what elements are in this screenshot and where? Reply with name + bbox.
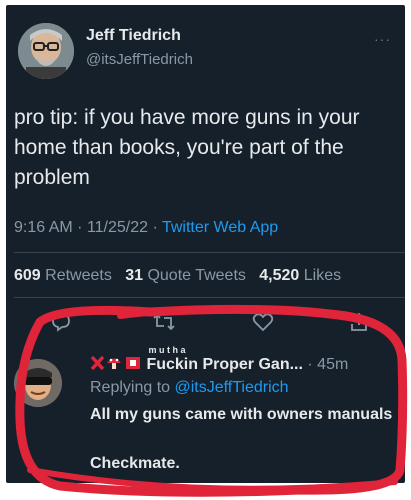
replying-mention[interactable]: @itsJeffTiedrich <box>175 379 289 396</box>
more-icon[interactable]: ··· <box>374 31 391 47</box>
tweet-meta: 9:16 AM · 11/25/22 · Twitter Web App <box>14 219 278 237</box>
meta-separator: · <box>152 219 158 236</box>
reply-time: · 45m <box>307 356 349 373</box>
reply-text-line2: Checkmate. <box>90 455 180 472</box>
tweet-screenshot: Jeff Tiedrich @itsJeffTiedrich ··· pro t… <box>6 5 405 483</box>
divider <box>14 297 405 298</box>
tweet-time: 9:16 AM <box>14 219 73 236</box>
cross-emoji-icon <box>90 355 105 371</box>
reply-header: m u t h a Fuckin Proper Gan... · 45m <box>90 345 349 376</box>
reply-avatar[interactable] <box>14 359 62 407</box>
tweet-app-link[interactable]: Twitter Web App <box>162 219 278 236</box>
author-name[interactable]: Jeff Tiedrich <box>86 27 181 45</box>
name-superscript: m u t h a <box>148 345 186 355</box>
retweets-stat[interactable]: 609 Retweets <box>14 267 112 284</box>
divider <box>14 252 405 253</box>
reply-text-line1: All my guns came with owners manuals <box>90 406 393 423</box>
tweet-date: 11/25/22 <box>86 219 149 236</box>
share-icon[interactable] <box>348 311 370 333</box>
action-bar <box>6 305 405 339</box>
flag-emoji-icon <box>126 357 140 369</box>
tweet-stats: 609 Retweets 31 Quote Tweets 4,520 Likes <box>14 267 341 285</box>
reply-icon[interactable] <box>50 311 72 333</box>
replying-to: Replying to @itsJeffTiedrich <box>90 379 289 397</box>
reply-display-name[interactable]: Fuckin Proper Gan... <box>146 356 302 373</box>
likes-stat[interactable]: 4,520 Likes <box>259 267 341 284</box>
meta-separator: · <box>77 219 83 236</box>
retweet-icon[interactable] <box>152 311 176 333</box>
quote-tweets-stat[interactable]: 31 Quote Tweets <box>125 267 246 284</box>
name-emojis <box>90 355 142 376</box>
tweet-header: Jeff Tiedrich @itsJeffTiedrich ··· <box>14 21 397 81</box>
reply-tweet[interactable]: m u t h a Fuckin Proper Gan... · 45m Rep… <box>14 345 397 483</box>
mushroom-emoji-icon <box>107 358 121 369</box>
author-handle[interactable]: @itsJeffTiedrich <box>86 51 193 68</box>
like-icon[interactable] <box>252 311 274 333</box>
reply-display-name-wrap: m u t h a Fuckin Proper Gan... <box>146 345 302 374</box>
tweet-text: pro tip: if you have more guns in your h… <box>14 106 360 189</box>
author-avatar[interactable] <box>18 23 74 79</box>
replying-prefix: Replying to <box>90 379 171 396</box>
